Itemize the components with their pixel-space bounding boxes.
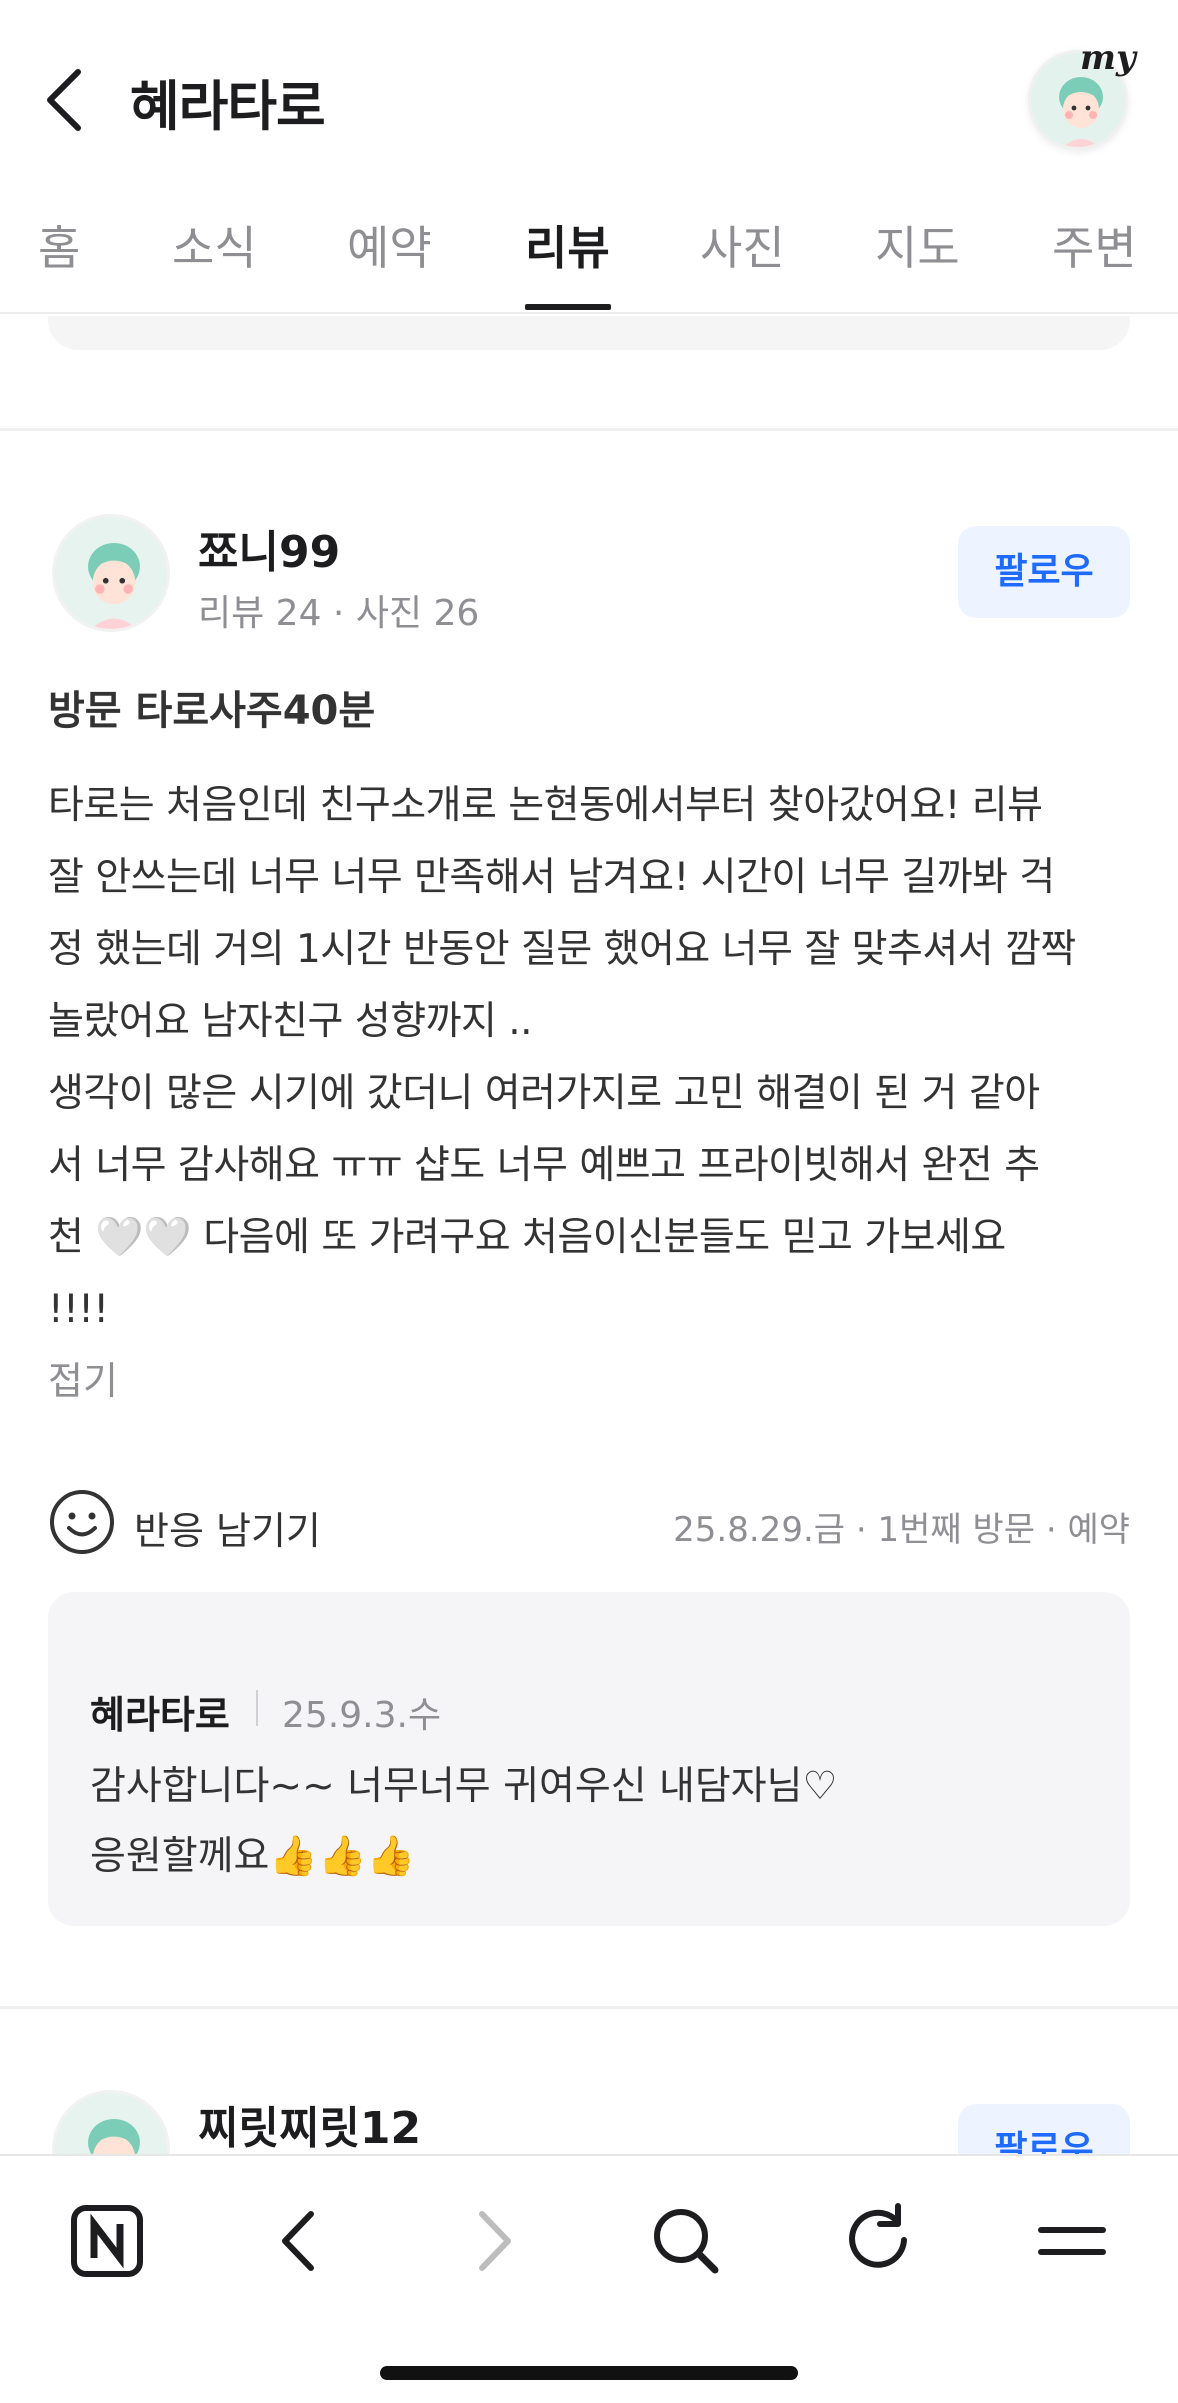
browser-back-button[interactable] [255, 2196, 345, 2286]
reviewer-stats: 리뷰 24 · 사진 26 [198, 593, 480, 634]
browser-forward-button[interactable] [448, 2196, 538, 2286]
naver-home-button[interactable] [62, 2196, 152, 2286]
back-button[interactable] [40, 60, 90, 140]
browser-menu-button[interactable] [1027, 2196, 1117, 2286]
my-label: my [1080, 38, 1136, 78]
reviewer-name[interactable]: 쬬니99 [198, 516, 340, 580]
tab-news[interactable]: 소식 [172, 212, 257, 312]
active-tab-indicator [525, 304, 611, 310]
tab-photos[interactable]: 사진 [700, 212, 785, 312]
fold-button[interactable]: 접기 [48, 1350, 118, 1405]
divider [0, 428, 1178, 431]
browser-toolbar [0, 2154, 1178, 2403]
tab-reservation[interactable]: 예약 [347, 212, 432, 312]
owner-reply-text: 감사합니다~~ 너무너무 귀여우신 내담자님♡ 응원할께요👍👍👍 [90, 1764, 838, 1879]
back-arrow-icon [282, 2211, 314, 2271]
review-text: 타로는 처음인데 친구소개로 논현동에서부터 찾아갔어요! 리뷰 잘 안쓰는데 … [48, 783, 1076, 1332]
browser-refresh-button[interactable] [834, 2196, 924, 2286]
browser-search-button[interactable] [641, 2196, 731, 2286]
naver-n-icon [71, 2205, 143, 2277]
tab-map[interactable]: 지도 [875, 212, 960, 312]
forward-arrow-icon [479, 2211, 511, 2271]
review-meta: 25.8.29.금 · 1번째 방문 · 예약 [673, 1510, 1130, 1550]
smile-icon [50, 1490, 114, 1554]
reviewer-avatar[interactable] [52, 514, 170, 632]
reviewer-name[interactable]: 찌릿찌릿12 [198, 2092, 421, 2156]
tab-home[interactable]: 홈 [38, 212, 80, 312]
owner-name: 혜라타로 [90, 1693, 230, 1737]
divider [0, 2006, 1178, 2009]
reaction-label: 반응 남기기 [134, 1509, 321, 1553]
refresh-icon [849, 2203, 907, 2268]
owner-reply: 혜라타로 25.9.3.수 감사합니다~~ 너무너무 귀여우신 내담자님♡ 응원… [48, 1592, 1130, 1926]
tab-nearby[interactable]: 주변 [1052, 212, 1137, 312]
follow-button[interactable]: 팔로우 [958, 526, 1130, 618]
page-title: 혜라타로 [130, 75, 326, 138]
header: 혜라타로 my [0, 0, 1178, 200]
previous-card-edge [48, 316, 1130, 350]
search-icon [654, 2209, 719, 2274]
owner-reply-date: 25.9.3.수 [282, 1695, 442, 1736]
menu-icon [1038, 2227, 1106, 2255]
tab-bar: 홈 소식 예약 리뷰 사진 지도 주변 [0, 200, 1178, 314]
tab-review[interactable]: 리뷰 [525, 212, 610, 312]
divider [256, 1690, 258, 1726]
avatar-icon [55, 517, 167, 629]
home-indicator[interactable] [380, 2366, 798, 2380]
chevron-left-icon [47, 69, 81, 131]
visit-type: 방문 타로사주40분 [48, 688, 376, 734]
